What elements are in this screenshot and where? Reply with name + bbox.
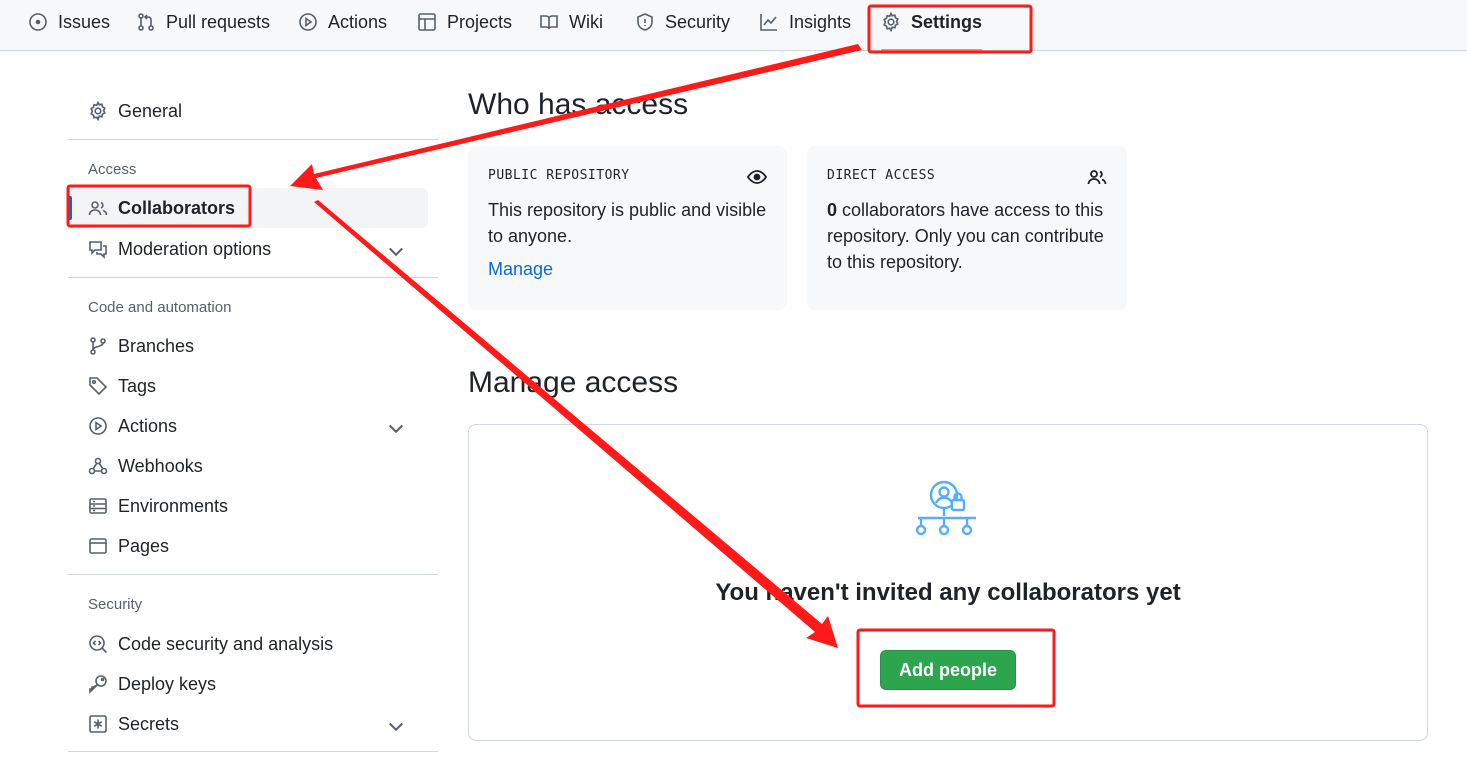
sidebar-item-label: Environments <box>118 495 229 516</box>
play-icon <box>89 417 107 435</box>
card-text: This repository is public and visible to… <box>488 200 767 246</box>
sidebar-item-general[interactable]: General <box>68 91 428 131</box>
sidebar-item-label: General <box>118 100 183 121</box>
gear-icon <box>883 12 899 32</box>
tab-pull-requests[interactable]: Pull requests <box>136 0 270 44</box>
git-pull-request-icon <box>138 13 154 31</box>
sidebar-divider <box>68 277 438 278</box>
tab-label: Settings <box>911 11 983 32</box>
chevron-down-icon <box>389 722 403 732</box>
graph-icon <box>760 14 777 31</box>
sidebar-heading-access: Access <box>88 161 137 178</box>
tab-label: Insights <box>789 11 852 32</box>
eye-icon <box>747 170 767 184</box>
manage-link[interactable]: Manage <box>488 259 553 280</box>
sidebar-divider <box>68 139 438 140</box>
git-branch-icon <box>90 337 106 355</box>
book-icon <box>540 15 558 30</box>
repo-nav: Issues Pull requests Actions Projects Wi… <box>0 0 1467 51</box>
tab-settings[interactable]: Settings <box>881 0 983 51</box>
tab-insights[interactable]: Insights <box>759 0 851 44</box>
comment-discussion-icon <box>89 241 107 259</box>
manage-access-box: You haven't invited any collaborators ye… <box>468 424 1428 741</box>
sidebar-item-code-security[interactable]: Code security and analysis <box>68 624 428 664</box>
key-icon <box>89 675 107 694</box>
tab-projects[interactable]: Projects <box>417 0 512 44</box>
tab-label: Pull requests <box>166 11 271 32</box>
people-icon <box>1087 170 1107 185</box>
key-asterisk-icon <box>89 715 107 733</box>
tab-label: Projects <box>447 11 513 32</box>
issue-opened-icon <box>29 13 47 31</box>
table-icon <box>418 13 436 31</box>
sidebar-item-label: Pages <box>118 535 170 556</box>
empty-state-title: You haven't invited any collaborators ye… <box>715 579 1181 606</box>
tab-label: Issues <box>58 11 111 32</box>
tab-wiki[interactable]: Wiki <box>539 0 603 44</box>
chevron-down-icon <box>389 424 403 434</box>
sidebar-item-collaborators[interactable]: Collaborators <box>68 188 428 228</box>
chevron-down-icon <box>389 247 403 257</box>
card-text-body: collaborators have access to this reposi… <box>827 200 1104 272</box>
direct-access-card: DIRECT ACCESS 0 collaborators have acces… <box>807 146 1127 310</box>
sidebar-item-label: Webhooks <box>118 455 203 476</box>
sidebar-item-moderation[interactable]: Moderation options <box>68 229 428 269</box>
sidebar-divider <box>68 574 438 575</box>
people-icon <box>88 201 108 216</box>
sidebar-item-environments[interactable]: Environments <box>68 486 428 526</box>
sidebar-item-label: Moderation options <box>118 238 272 259</box>
card-label: DIRECT ACCESS <box>827 168 936 183</box>
sidebar-divider <box>68 751 438 752</box>
shield-icon <box>637 13 653 31</box>
browser-icon <box>89 538 107 554</box>
sidebar-heading-code: Code and automation <box>88 299 232 316</box>
webhook-icon <box>88 457 108 475</box>
tag-icon <box>89 377 108 396</box>
sidebar-item-pages[interactable]: Pages <box>68 526 428 566</box>
public-repository-card: PUBLIC REPOSITORY This repository is pub… <box>468 146 787 310</box>
card-text: 0 collaborators have access to this repo… <box>827 197 1107 275</box>
who-has-access-title: Who has access <box>468 88 689 121</box>
sidebar-heading-security: Security <box>88 596 143 613</box>
tab-issues[interactable]: Issues <box>28 0 110 44</box>
sidebar-item-branches[interactable]: Branches <box>68 326 428 366</box>
sidebar-item-actions[interactable]: Actions <box>68 406 428 446</box>
sidebar-item-label: Branches <box>118 335 195 356</box>
server-icon <box>89 498 107 514</box>
sidebar-item-secrets[interactable]: Secrets <box>68 704 428 744</box>
card-label: PUBLIC REPOSITORY <box>488 168 630 183</box>
sidebar-item-label: Tags <box>118 375 157 396</box>
add-people-button[interactable]: Add people <box>880 650 1016 690</box>
collaborators-illustration-icon <box>915 480 976 536</box>
sidebar-item-deploy-keys[interactable]: Deploy keys <box>68 664 428 704</box>
sidebar-item-tags[interactable]: Tags <box>68 366 428 406</box>
tab-label: Security <box>665 11 731 32</box>
sidebar-item-label: Actions <box>118 415 178 436</box>
sidebar-item-label: Collaborators <box>118 197 236 218</box>
tab-label: Wiki <box>569 11 603 32</box>
sidebar-item-label: Deploy keys <box>118 673 217 694</box>
tab-security[interactable]: Security <box>635 0 730 44</box>
sidebar-item-webhooks[interactable]: Webhooks <box>68 446 428 486</box>
sidebar-item-label: Code security and analysis <box>118 633 334 654</box>
sidebar-item-label: Secrets <box>118 713 180 734</box>
play-icon <box>299 13 317 31</box>
collaborator-count: 0 <box>827 200 838 220</box>
gear-icon <box>90 101 106 121</box>
tab-label: Actions <box>328 11 388 32</box>
manage-access-title: Manage access <box>468 366 679 399</box>
tab-actions[interactable]: Actions <box>298 0 387 44</box>
codescan-icon <box>89 635 108 654</box>
